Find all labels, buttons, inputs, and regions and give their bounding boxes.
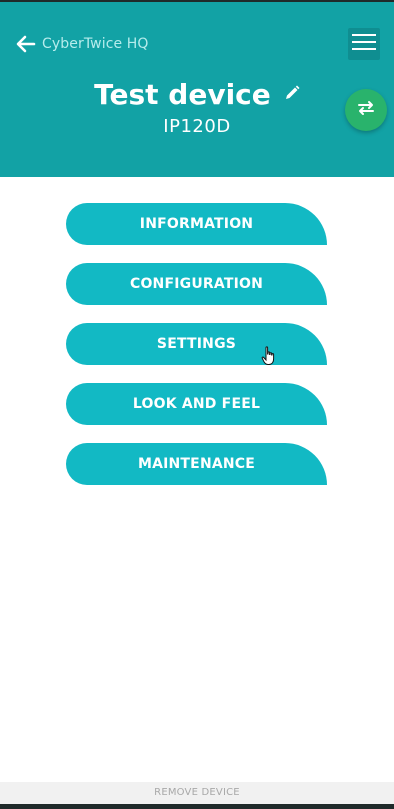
device-menu: INFORMATION CONFIGURATION SETTINGS LOOK … <box>66 203 327 503</box>
nav-bar-strip <box>0 804 394 809</box>
look-and-feel-button[interactable]: LOOK AND FEEL <box>66 383 327 425</box>
remove-device-button[interactable]: REMOVE DEVICE <box>0 782 394 804</box>
back-label: CyberTwice HQ <box>42 36 149 52</box>
menu-button[interactable] <box>348 28 380 60</box>
settings-button[interactable]: SETTINGS <box>66 323 327 365</box>
configuration-button[interactable]: CONFIGURATION <box>66 263 327 305</box>
arrow-left-icon <box>14 32 38 56</box>
pencil-icon[interactable] <box>284 85 300 105</box>
app-header: CyberTwice HQ Test device IP120D <box>0 2 394 177</box>
swap-arrows-icon <box>357 100 375 120</box>
swap-device-button[interactable] <box>345 89 387 131</box>
maintenance-button[interactable]: MAINTENANCE <box>66 443 327 485</box>
hand-cursor-icon <box>261 346 277 366</box>
device-model: IP120D <box>163 116 231 137</box>
back-button[interactable]: CyberTwice HQ <box>14 30 149 58</box>
information-button[interactable]: INFORMATION <box>66 203 327 245</box>
device-name: Test device <box>94 78 271 111</box>
device-screen: CyberTwice HQ Test device IP120D INFORMA… <box>0 0 394 809</box>
hamburger-menu-icon <box>352 33 376 55</box>
device-title-row: Test device <box>0 78 394 111</box>
